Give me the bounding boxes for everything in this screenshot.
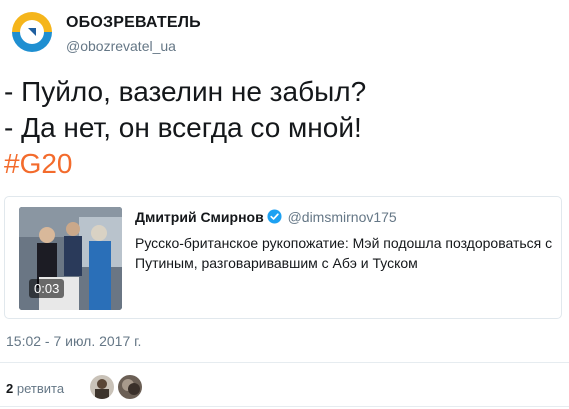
quoted-tweet-text: Русско-британское рукопожатие: Мэй подош… — [135, 235, 553, 271]
tweet-text: - Пуйло, вазелин не забыл? - Да нет, он … — [4, 74, 559, 182]
tweet-header: ОБОЗРЕВАТЕЛЬ @obozrevatel_ua — [6, 6, 446, 60]
quoted-author-handle[interactable]: @dimsmirnov175 — [288, 209, 397, 225]
retweeter-avatar[interactable] — [118, 375, 142, 399]
quoted-tweet-header: Дмитрий Смирнов @dimsmirnov175 — [135, 209, 397, 227]
quoted-tweet[interactable]: 0:03 Дмитрий Смирнов @dimsmirnov175 Русс… — [4, 196, 562, 319]
retweet-count[interactable]: 2 ретвита — [6, 381, 64, 396]
tweet-line: - Пуйло, вазелин не забыл? — [4, 76, 367, 107]
account-avatar[interactable] — [6, 6, 58, 58]
video-duration: 0:03 — [29, 279, 65, 298]
account-handle[interactable]: @obozrevatel_ua — [66, 38, 176, 54]
verified-badge-icon — [267, 209, 282, 227]
quoted-author-name[interactable]: Дмитрий Смирнов — [135, 209, 264, 225]
obozrevatel-logo-icon — [7, 7, 57, 57]
retweet-number: 2 — [6, 381, 14, 396]
tweet-line: - Да нет, он всегда со мной! — [4, 112, 362, 143]
account-name[interactable]: ОБОЗРЕВАТЕЛЬ — [66, 14, 201, 32]
tweet-timestamp[interactable]: 15:02 - 7 июл. 2017 г. — [6, 333, 141, 349]
divider — [0, 406, 569, 407]
retweet-label: ретвита — [16, 381, 65, 396]
hashtag-link[interactable]: #G20 — [4, 146, 559, 182]
video-thumbnail[interactable]: 0:03 — [19, 207, 122, 310]
retweeter-avatar[interactable] — [90, 375, 114, 399]
divider — [0, 362, 569, 363]
